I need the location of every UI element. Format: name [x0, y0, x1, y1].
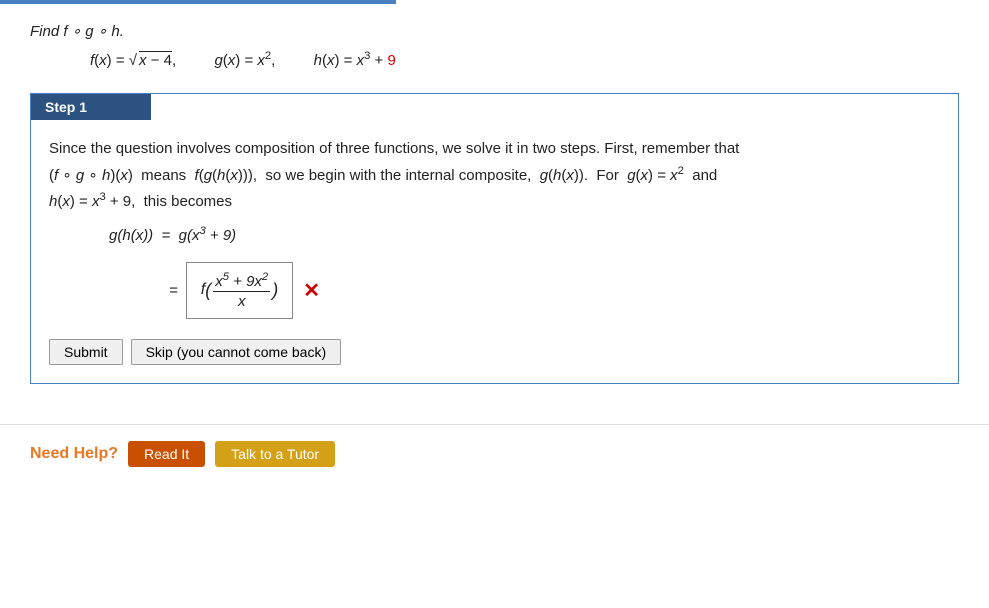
function-g: g(x) = x2, [206, 50, 275, 69]
problem-instruction: Find f ∘ g ∘ h. [30, 22, 959, 40]
action-buttons: Submit Skip (you cannot come back) [49, 339, 940, 365]
wrong-indicator: ✕ [303, 278, 320, 303]
step1-box: Step 1 Since the question involves compo… [30, 93, 959, 384]
step1-text: Since the question involves composition … [49, 136, 940, 215]
fraction: x5 + 9x2 x [213, 271, 270, 310]
need-help-label: Need Help? [30, 445, 118, 463]
fraction-denominator: x [236, 292, 248, 310]
math-display: = f( x5 + 9x2 x ) ✕ [169, 262, 940, 319]
fraction-numerator: x5 + 9x2 [213, 271, 270, 292]
step1-header: Step 1 [31, 94, 151, 120]
answer-box: f( x5 + 9x2 x ) [186, 262, 293, 319]
skip-button[interactable]: Skip (you cannot come back) [131, 339, 342, 365]
submit-button[interactable]: Submit [49, 339, 123, 365]
math-line1: g(h(x)) = g(x3 + 9) [109, 225, 940, 244]
talk-to-tutor-button[interactable]: Talk to a Tutor [215, 441, 335, 467]
function-h: h(x) = x3 + 9 [305, 50, 396, 69]
problem-functions: f(x) = √x − 4, g(x) = x2, h(x) = x3 + 9 [90, 50, 959, 69]
step1-label: Step 1 [45, 99, 87, 115]
read-it-button[interactable]: Read It [128, 441, 205, 467]
need-help-section: Need Help? Read It Talk to a Tutor [0, 424, 989, 483]
step1-body: Since the question involves composition … [31, 120, 958, 383]
function-f: f(x) = √x − 4, [90, 52, 176, 69]
